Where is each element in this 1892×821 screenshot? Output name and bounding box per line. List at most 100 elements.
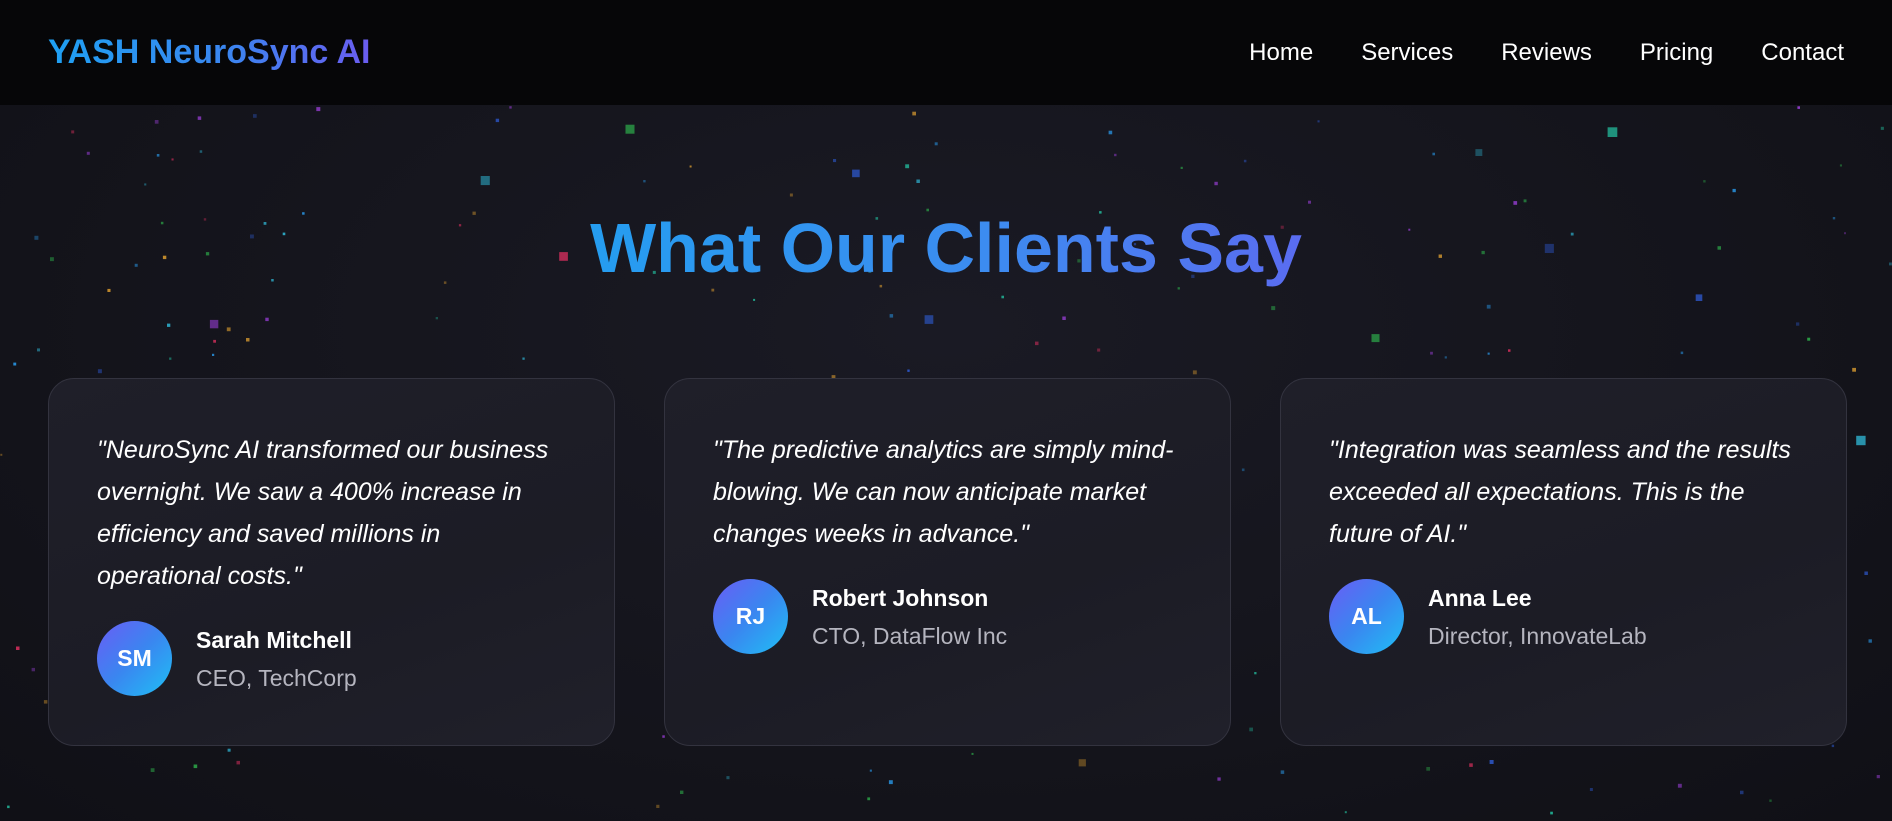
particle <box>156 154 160 157</box>
particle <box>1868 639 1872 643</box>
author-role: CTO, DataFlow Inc <box>812 622 1008 649</box>
particle <box>1680 351 1684 355</box>
particle <box>1317 120 1320 123</box>
particle <box>1677 783 1682 788</box>
particle <box>1062 316 1066 320</box>
nav-item-contact: Contact <box>1761 39 1844 67</box>
particle <box>7 805 10 809</box>
particle <box>227 748 231 752</box>
particle <box>171 158 174 161</box>
particle <box>1797 106 1800 109</box>
section-title: What Our Clients Say <box>0 206 1892 290</box>
particle <box>236 760 240 765</box>
particle <box>1271 306 1276 311</box>
avatar: AL <box>1329 579 1404 654</box>
particle <box>1469 763 1473 767</box>
particle <box>971 752 974 755</box>
particle <box>265 317 269 322</box>
particle <box>1344 811 1347 814</box>
particle <box>1695 294 1703 301</box>
testimonial-quote: "NeuroSync AI transformed our business o… <box>97 436 549 590</box>
particle <box>1880 126 1884 130</box>
testimonial-cards: "NeuroSync AI transformed our business o… <box>48 378 1848 746</box>
particle <box>1035 341 1039 346</box>
particle <box>1876 775 1880 779</box>
particle <box>1192 370 1197 375</box>
particle <box>154 120 159 124</box>
particle <box>1243 159 1247 163</box>
particle <box>1508 349 1511 352</box>
section-title-text: What Our Clients Say <box>590 209 1302 287</box>
particle <box>1607 127 1618 137</box>
particle <box>680 790 684 794</box>
particle <box>209 319 219 329</box>
particle <box>1796 322 1800 326</box>
particle <box>167 323 171 327</box>
nav-link-contact[interactable]: Contact <box>1761 39 1844 66</box>
nav-link-services[interactable]: Services <box>1361 39 1453 66</box>
particle <box>246 338 250 342</box>
particle <box>169 357 172 360</box>
testimonial-quote: "Integration was seamless and the result… <box>1329 436 1791 548</box>
testimonial-card: "The predictive analytics are simply min… <box>664 378 1231 746</box>
particle <box>97 369 102 374</box>
particle <box>726 776 730 780</box>
particle <box>435 317 438 320</box>
testimonial-author: RJ Robert Johnson CTO, DataFlow Inc <box>713 579 1182 654</box>
nav-link-home[interactable]: Home <box>1249 39 1313 66</box>
page: YASH NeuroSync AI Home Services Reviews … <box>0 0 1892 821</box>
particle <box>789 193 793 197</box>
particle <box>212 353 215 356</box>
particle <box>316 107 321 112</box>
particle <box>71 130 75 134</box>
particle <box>1114 153 1117 157</box>
particle <box>1864 571 1868 575</box>
brand-logo[interactable]: YASH NeuroSync AI <box>48 33 370 72</box>
particle <box>907 369 910 372</box>
particle <box>144 183 147 186</box>
nav-link-reviews[interactable]: Reviews <box>1501 39 1592 66</box>
particle <box>934 142 938 146</box>
particle <box>1217 777 1221 781</box>
particle <box>1475 149 1483 156</box>
author-role: CEO, TechCorp <box>196 664 357 691</box>
particle <box>193 764 198 769</box>
particle <box>1489 760 1494 764</box>
particle <box>1371 334 1380 343</box>
navbar: YASH NeuroSync AI Home Services Reviews … <box>0 0 1892 105</box>
particle <box>833 159 837 163</box>
testimonial-author: SM Sarah Mitchell CEO, TechCorp <box>97 621 566 696</box>
particle <box>1097 348 1101 352</box>
particle <box>1444 356 1447 359</box>
particle <box>1280 770 1285 774</box>
particle <box>924 315 934 324</box>
particle <box>1430 351 1433 355</box>
particle <box>912 111 916 116</box>
testimonial-card: "NeuroSync AI transformed our business o… <box>48 378 615 746</box>
particle <box>495 118 500 123</box>
particle <box>226 327 231 332</box>
particle <box>0 453 3 456</box>
testimonial-author: AL Anna Lee Director, InnovateLab <box>1329 579 1798 654</box>
particle <box>889 314 894 318</box>
particle <box>1308 200 1311 204</box>
particle <box>522 357 525 360</box>
avatar: SM <box>97 621 172 696</box>
particle <box>509 106 512 109</box>
testimonial-quote: "The predictive analytics are simply min… <box>713 436 1174 548</box>
particle <box>480 176 490 186</box>
particle <box>31 667 35 672</box>
particle <box>1426 767 1430 771</box>
particle <box>37 348 40 352</box>
particle <box>1078 759 1086 767</box>
testimonial-card: "Integration was seamless and the result… <box>1280 378 1847 746</box>
nav-item-home: Home <box>1249 39 1313 67</box>
particle <box>1740 790 1744 795</box>
particle <box>753 298 756 301</box>
particle <box>1432 152 1435 156</box>
nav-item-services: Services <box>1361 39 1453 67</box>
nav-menu: Home Services Reviews Pricing Contact <box>1249 39 1844 67</box>
nav-link-pricing[interactable]: Pricing <box>1640 39 1713 66</box>
particle <box>1001 295 1004 299</box>
particle <box>916 179 920 183</box>
